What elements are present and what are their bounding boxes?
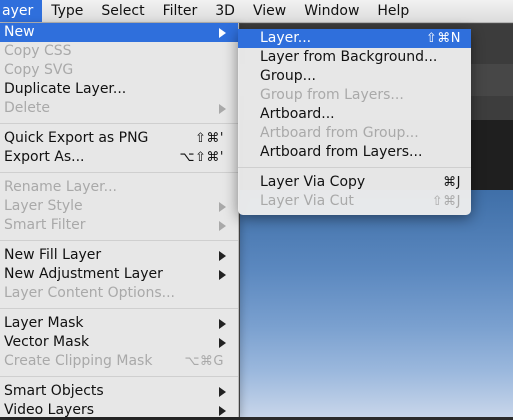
- menu-type[interactable]: Type: [42, 0, 92, 22]
- layer-menu-item-smart-filter: Smart Filter: [0, 216, 238, 235]
- menu-item-label: Layer from Background...: [260, 49, 438, 65]
- menu-item-label: Smart Objects: [4, 383, 104, 399]
- menu-item-label: Group...: [260, 68, 316, 84]
- menu-bar: ayer Type Select Filter 3D View Window H…: [0, 0, 513, 23]
- layer-menu-item-duplicate-layer[interactable]: Duplicate Layer...: [0, 80, 238, 99]
- new-submenu-item-layer-via-copy[interactable]: Layer Via Copy ⌘J: [238, 173, 471, 192]
- layer-menu-item-smart-objects[interactable]: Smart Objects: [0, 382, 238, 401]
- menu-item-label: Layer Via Cut: [260, 193, 354, 209]
- canvas-sky-image: [240, 190, 513, 417]
- new-submenu-item-artboard[interactable]: Artboard...: [238, 105, 471, 124]
- menu-separator: [238, 167, 471, 168]
- submenu-arrow-icon: [219, 406, 226, 416]
- menu-item-label: Group from Layers...: [260, 87, 404, 103]
- layer-menu-item-new[interactable]: New: [0, 23, 238, 42]
- menu-separator: [0, 123, 238, 124]
- layer-menu-item-vector-mask[interactable]: Vector Mask: [0, 333, 238, 352]
- menu-item-label: Export As...: [4, 149, 85, 165]
- new-submenu-dropdown: Layer... ⇧⌘N Layer from Background... Group…: [238, 29, 471, 215]
- menu-item-label: Artboard from Group...: [260, 125, 419, 141]
- menu-window[interactable]: Window: [295, 0, 368, 22]
- menu-item-label: Artboard from Layers...: [260, 144, 423, 160]
- menu-3d[interactable]: 3D: [206, 0, 244, 22]
- layer-menu-item-quick-export-as-png[interactable]: Quick Export as PNG ⇧⌘': [0, 129, 238, 148]
- layer-menu-item-copy-svg: Copy SVG: [0, 61, 238, 80]
- new-submenu-item-layer-from-background[interactable]: Layer from Background...: [238, 48, 471, 67]
- layer-menu-dropdown: New Copy CSS Copy SVG Duplicate Layer... Del…: [0, 23, 239, 420]
- new-submenu-item-artboard-from-group: Artboard from Group...: [238, 124, 471, 143]
- layer-menu-item-layer-mask[interactable]: Layer Mask: [0, 314, 238, 333]
- submenu-arrow-icon: [219, 270, 226, 280]
- menu-separator: [0, 308, 238, 309]
- menu-item-label: Rename Layer...: [4, 179, 117, 195]
- submenu-arrow-icon: [219, 338, 226, 348]
- menu-filter[interactable]: Filter: [154, 0, 207, 22]
- menu-item-label: Delete: [4, 100, 50, 116]
- keyboard-shortcut: ⌘J: [443, 175, 461, 190]
- layer-menu-item-create-clipping-mask: Create Clipping Mask ⌥⌘G: [0, 352, 238, 371]
- layer-menu-item-export-as[interactable]: Export As... ⌥⇧⌘': [0, 148, 238, 167]
- menu-item-label: Vector Mask: [4, 334, 90, 350]
- menu-separator: [0, 172, 238, 173]
- keyboard-shortcut: ⌥⇧⌘': [179, 150, 224, 165]
- menu-select[interactable]: Select: [92, 0, 153, 22]
- layer-menu-item-new-fill-layer[interactable]: New Fill Layer: [0, 246, 238, 265]
- menu-item-label: Artboard...: [260, 106, 335, 122]
- layer-menu-item-rename-layer: Rename Layer...: [0, 178, 238, 197]
- submenu-arrow-icon: [219, 104, 226, 114]
- menu-item-label: Layer...: [260, 30, 312, 46]
- layer-menu-item-layer-style: Layer Style: [0, 197, 238, 216]
- menu-separator: [0, 376, 238, 377]
- layer-menu-item-new-adjustment-layer[interactable]: New Adjustment Layer: [0, 265, 238, 284]
- menu-separator: [0, 240, 238, 241]
- submenu-arrow-icon: [219, 221, 226, 231]
- menu-item-label: Layer Mask: [4, 315, 84, 331]
- menu-item-label: Duplicate Layer...: [4, 81, 127, 97]
- submenu-arrow-icon: [219, 387, 226, 397]
- submenu-arrow-icon: [219, 319, 226, 329]
- layer-menu-item-layer-content-options: Layer Content Options...: [0, 284, 238, 303]
- menu-item-label: Quick Export as PNG: [4, 130, 149, 146]
- menu-layer[interactable]: ayer: [0, 0, 43, 22]
- layer-menu-item-copy-css: Copy CSS: [0, 42, 238, 61]
- new-submenu-item-group-from-layers: Group from Layers...: [238, 86, 471, 105]
- menu-view[interactable]: View: [244, 0, 295, 22]
- menu-item-label: Layer Content Options...: [4, 285, 175, 301]
- new-submenu-item-group[interactable]: Group...: [238, 67, 471, 86]
- new-submenu-item-artboard-from-layers[interactable]: Artboard from Layers...: [238, 143, 471, 162]
- submenu-arrow-icon: [219, 202, 226, 212]
- layer-menu-item-delete: Delete: [0, 99, 238, 118]
- menu-item-label: Layer Style: [4, 198, 83, 214]
- keyboard-shortcut: ⇧⌘J: [431, 194, 461, 209]
- layer-menu-item-video-layers[interactable]: Video Layers: [0, 401, 238, 420]
- menu-item-label: Smart Filter: [4, 217, 86, 233]
- keyboard-shortcut: ⇧⌘': [195, 131, 224, 146]
- keyboard-shortcut: ⇧⌘N: [425, 31, 461, 46]
- submenu-arrow-icon: [219, 251, 226, 261]
- new-submenu-item-layer[interactable]: Layer... ⇧⌘N: [238, 29, 471, 48]
- keyboard-shortcut: ⌥⌘G: [184, 354, 224, 369]
- menu-item-label: Copy SVG: [4, 62, 74, 78]
- menu-item-label: New: [4, 24, 35, 40]
- menu-item-label: Video Layers: [4, 402, 95, 418]
- new-submenu-item-layer-via-cut: Layer Via Cut ⇧⌘J: [238, 192, 471, 211]
- menu-item-label: Layer Via Copy: [260, 174, 366, 190]
- menu-item-label: Copy CSS: [4, 43, 72, 59]
- menu-item-label: Create Clipping Mask: [4, 353, 153, 369]
- menu-item-label: New Adjustment Layer: [4, 266, 163, 282]
- submenu-arrow-icon: [219, 28, 226, 38]
- menu-item-label: New Fill Layer: [4, 247, 102, 263]
- menu-help[interactable]: Help: [368, 0, 418, 22]
